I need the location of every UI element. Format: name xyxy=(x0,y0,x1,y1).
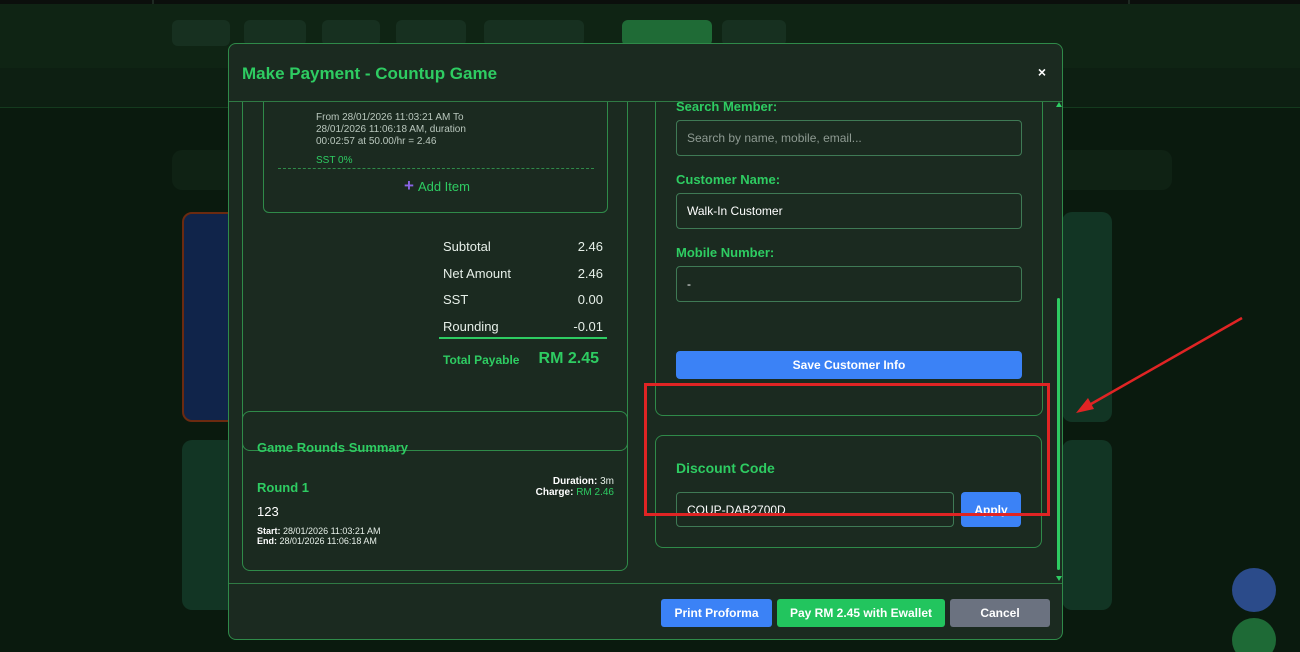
plus-icon: + xyxy=(404,176,414,195)
add-item-label: Add Item xyxy=(417,179,470,194)
background-table-card xyxy=(1062,440,1112,610)
rounding-label: Rounding xyxy=(443,318,499,334)
bill-card: From 28/01/2026 11:03:21 AM To 28/01/202… xyxy=(242,102,628,451)
search-member-label: Search Member: xyxy=(676,102,778,114)
end-label: End: xyxy=(257,536,277,546)
modal-title: Make Payment - Countup Game xyxy=(242,64,498,83)
pay-ewallet-button[interactable]: Pay RM 2.45 with Ewallet xyxy=(777,599,945,627)
round-meta: Duration: 3m Charge: RM 2.46 xyxy=(536,476,614,498)
end-value: 28/01/2026 11:06:18 AM xyxy=(279,536,377,546)
net-amount-value: 2.46 xyxy=(577,265,603,281)
add-item-button[interactable]: + Add Item xyxy=(404,176,470,196)
net-amount-row: Net Amount 2.46 xyxy=(439,260,607,287)
duration-value: 3m xyxy=(600,476,614,487)
scroll-up-icon[interactable] xyxy=(1056,102,1062,107)
start-label: Start: xyxy=(257,526,281,536)
customer-card: Search Member: Customer Name: Mobile Num… xyxy=(655,102,1043,416)
close-button[interactable]: × xyxy=(1038,64,1046,80)
start-value: 28/01/2026 11:03:21 AM xyxy=(283,526,381,536)
red-arrow-icon xyxy=(1076,316,1243,413)
game-rounds-summary: Game Rounds Summary Round 1 Duration: 3m… xyxy=(242,411,628,571)
payment-modal: Make Payment - Countup Game × From 28/01… xyxy=(228,43,1063,640)
bill-item: From 28/01/2026 11:03:21 AM To 28/01/202… xyxy=(263,102,608,213)
modal-footer: Print Proforma Pay RM 2.45 with Ewallet … xyxy=(229,583,1062,639)
round-duration: Duration: 3m xyxy=(536,476,614,487)
background-fab xyxy=(1232,568,1276,612)
cancel-button[interactable]: Cancel xyxy=(950,599,1050,627)
subtotal-label: Subtotal xyxy=(443,239,491,254)
customer-name-input[interactable] xyxy=(676,193,1022,229)
scroll-thumb[interactable] xyxy=(1057,298,1060,570)
round-charge: Charge: RM 2.46 xyxy=(536,487,614,498)
total-payable-value: RM 2.45 xyxy=(538,350,599,367)
round-note: 123 xyxy=(257,504,279,519)
modal-header: Make Payment - Countup Game × xyxy=(229,44,1062,102)
divider xyxy=(278,168,594,169)
net-amount-label: Net Amount xyxy=(443,265,511,281)
highlight-annotation-box xyxy=(644,383,1050,516)
round-end: End: 28/01/2026 11:06:18 AM xyxy=(257,536,380,546)
customer-name-label: Customer Name: xyxy=(676,172,781,187)
subtotal-value: 2.46 xyxy=(577,239,603,254)
total-payable-row: Total Payable RM 2.45 xyxy=(439,339,607,377)
totals-table: Subtotal 2.46 Net Amount 2.46 SST 0.00 R… xyxy=(439,233,607,377)
bill-item-tax: SST 0% xyxy=(316,155,353,166)
print-proforma-button[interactable]: Print Proforma xyxy=(661,599,772,627)
sst-label: SST xyxy=(443,292,469,307)
background-fab xyxy=(1232,618,1276,652)
charge-value: RM 2.46 xyxy=(576,487,614,498)
bill-item-description: From 28/01/2026 11:03:21 AM To 28/01/202… xyxy=(316,112,466,147)
subtotal-row: Subtotal 2.46 xyxy=(439,233,607,260)
sst-value: 0.00 xyxy=(577,292,603,307)
round-times: Start: 28/01/2026 11:03:21 AM End: 28/01… xyxy=(257,526,380,546)
rounding-value: -0.01 xyxy=(573,318,603,334)
rounding-row: Rounding -0.01 xyxy=(439,313,607,339)
scroll-down-icon[interactable] xyxy=(1056,576,1062,581)
round-start: Start: 28/01/2026 11:03:21 AM xyxy=(257,526,380,536)
mobile-number-label: Mobile Number: xyxy=(676,245,775,260)
mobile-number-input[interactable] xyxy=(676,266,1022,302)
search-member-input[interactable] xyxy=(676,120,1022,156)
rounds-title: Game Rounds Summary xyxy=(257,440,408,455)
round-name: Round 1 xyxy=(257,480,309,495)
duration-label: Duration: xyxy=(552,476,598,487)
total-payable-label: Total Payable xyxy=(443,353,520,367)
sst-row: SST 0.00 xyxy=(439,286,607,313)
save-customer-button[interactable]: Save Customer Info xyxy=(676,351,1022,379)
modal-scrollbar[interactable] xyxy=(1053,102,1062,583)
charge-label: Charge: xyxy=(535,487,574,498)
